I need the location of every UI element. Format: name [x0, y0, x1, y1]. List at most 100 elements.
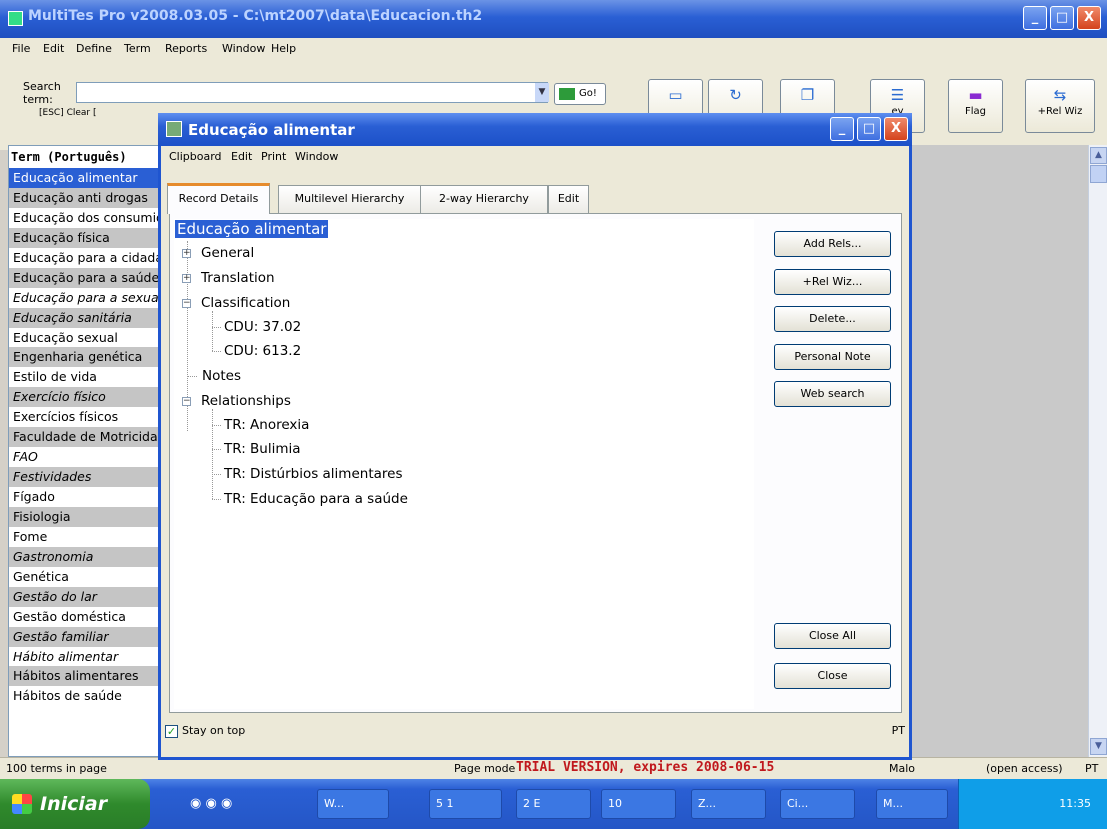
term-list-item[interactable]: Hábito alimentar [9, 647, 159, 667]
restore-button[interactable]: □ [1050, 6, 1074, 30]
tab-record-details[interactable]: Record Details [167, 183, 270, 214]
term-list-item[interactable]: Gastronomia [9, 546, 159, 567]
collapse-icon[interactable]: − [182, 298, 191, 308]
tree-node-classification[interactable]: Classification [201, 295, 290, 311]
dialog-close-button[interactable]: X [884, 117, 908, 141]
go-label: Go! [579, 88, 597, 99]
term-list-item[interactable]: Educação dos consumidores [9, 208, 159, 228]
term-list-item[interactable]: Gestão familiar [9, 626, 159, 647]
go-arrow-icon [559, 88, 575, 100]
term-list-item[interactable]: Educação sanitária [9, 307, 159, 328]
term-list-item[interactable]: FAO [9, 447, 159, 467]
rel-wiz-button[interactable]: ⇆ +Rel Wiz [1025, 79, 1095, 133]
add-rels-button[interactable]: Add Rels... [774, 231, 891, 257]
tree-node-notes[interactable]: Notes [202, 368, 241, 384]
tree-node-rel-educacao-saude[interactable]: TR: Educação para a saúde [224, 491, 408, 507]
term-list-item[interactable]: Fisiologia [9, 506, 159, 527]
delete-button[interactable]: Delete... [774, 306, 891, 332]
term-list-item[interactable]: Gestão doméstica [9, 607, 159, 627]
dialog-menu-window[interactable]: Window [295, 150, 338, 163]
scroll-down-icon[interactable]: ▼ [1090, 738, 1107, 755]
term-list-item[interactable]: Festividades [9, 467, 159, 487]
dialog-minimize-button[interactable]: _ [830, 117, 854, 141]
tree-node-general[interactable]: General [201, 245, 254, 261]
personal-note-button[interactable]: Personal Note [774, 344, 891, 370]
taskbar-item-5[interactable]: Z... [691, 789, 766, 819]
menu-window[interactable]: Window [222, 42, 265, 55]
term-list-item[interactable]: Educação anti drogas [9, 187, 159, 208]
term-list-item[interactable]: Engenharia genética [9, 347, 159, 368]
menu-help[interactable]: Help [271, 42, 296, 55]
dialog-maximize-button[interactable]: □ [857, 117, 881, 141]
tree-node-translation[interactable]: Translation [201, 270, 275, 286]
term-list-item[interactable]: Educação física [9, 227, 159, 248]
menu-edit[interactable]: Edit [43, 42, 64, 55]
taskbar-item-6[interactable]: Ci... [780, 789, 855, 819]
main-title-bar[interactable]: MultiTes Pro v2008.03.05 - C:\mt2007\dat… [0, 0, 1107, 38]
menu-file[interactable]: File [12, 42, 30, 55]
expand-icon[interactable]: + [182, 248, 191, 258]
dialog-menu-clipboard[interactable]: Clipboard [169, 150, 222, 163]
tree-node-relationships[interactable]: Relationships [201, 393, 291, 409]
rel-wiz-dialog-button[interactable]: +Rel Wiz... [774, 269, 891, 295]
vertical-scrollbar[interactable]: ▲ ▼ [1088, 145, 1107, 757]
close-all-button[interactable]: Close All [774, 623, 891, 649]
menu-define[interactable]: Define [76, 42, 112, 55]
go-button[interactable]: Go! [554, 83, 606, 105]
tree-node-cdu-1[interactable]: CDU: 37.02 [224, 319, 301, 335]
tab-edit[interactable]: Edit [548, 185, 589, 213]
term-list-item[interactable]: Exercícios físicos [9, 407, 159, 427]
tree-node-rel-bulimia[interactable]: TR: Bulimia [224, 441, 301, 457]
term-list-item[interactable]: Exercício físico [9, 387, 159, 408]
tree-root[interactable]: Educação alimentar [175, 220, 329, 238]
collapse-icon[interactable]: − [182, 396, 191, 406]
dialog-title-bar[interactable]: Educação alimentar _ □ X [158, 113, 912, 146]
flag-button[interactable]: ▬ Flag [948, 79, 1003, 133]
term-list-header[interactable]: Term (Português) [11, 150, 159, 167]
history-icon: ☰ [890, 86, 905, 104]
term-list-item[interactable]: Fígado [9, 487, 159, 507]
tab-2way-hierarchy[interactable]: 2-way Hierarchy [420, 185, 548, 213]
quicklaunch-icons[interactable]: ◉ ◉ ◉ [190, 796, 232, 811]
stay-on-top-checkbox[interactable]: ✓ Stay on top [165, 724, 245, 738]
tab-multilevel-hierarchy[interactable]: Multilevel Hierarchy [278, 185, 421, 213]
dialog-menu-edit[interactable]: Edit [231, 150, 252, 163]
chevron-down-icon[interactable]: ▼ [535, 83, 549, 102]
taskbar-item-7[interactable]: M... [876, 789, 948, 819]
tree-node-cdu-2[interactable]: CDU: 613.2 [224, 343, 301, 359]
stay-on-top-label: Stay on top [182, 724, 246, 737]
menu-reports[interactable]: Reports [165, 42, 207, 55]
term-list-item[interactable]: Hábitos alimentares [9, 666, 159, 687]
search-input[interactable] [76, 82, 548, 103]
taskbar-item-1[interactable]: W... [317, 789, 389, 819]
scroll-up-icon[interactable]: ▲ [1090, 147, 1107, 164]
tree-node-rel-disturbios[interactable]: TR: Distúrbios alimentares [224, 466, 402, 482]
taskbar-item-2[interactable]: 5 1 [429, 789, 502, 819]
scroll-thumb[interactable] [1090, 165, 1107, 183]
menu-term[interactable]: Term [124, 42, 151, 55]
minimize-button[interactable]: _ [1023, 6, 1047, 30]
close-dialog-button[interactable]: Close [774, 663, 891, 689]
term-list-item[interactable]: Educação para a cidadania [9, 248, 159, 268]
term-list-item[interactable]: Educação para a sexualidade [9, 288, 159, 308]
menu-bar: File Edit Define Term Reports Window Hel… [0, 38, 1107, 60]
dialog-menu-print[interactable]: Print [261, 150, 286, 163]
term-list-item[interactable]: Educação para a saúde [9, 267, 159, 288]
term-list-pane: Term (Português) Educação alimentar Educa… [8, 145, 160, 757]
term-list-item[interactable]: Fome [9, 527, 159, 547]
term-list-item[interactable]: Genética [9, 567, 159, 587]
expand-icon[interactable]: + [182, 273, 191, 283]
term-list-item[interactable]: Educação sexual [9, 328, 159, 348]
close-button[interactable]: X [1077, 6, 1101, 30]
term-list-item[interactable]: Hábitos de saúde [9, 686, 159, 706]
main-window-title: MultiTes Pro v2008.03.05 - C:\mt2007\dat… [28, 8, 483, 24]
term-list-item[interactable]: Faculdade de Motricidade [9, 427, 159, 448]
web-search-button[interactable]: Web search [774, 381, 891, 407]
term-list-item[interactable]: Educação alimentar [9, 168, 159, 188]
tree-node-rel-anorexia[interactable]: TR: Anorexia [224, 417, 309, 433]
taskbar-item-3[interactable]: 2 E [516, 789, 591, 819]
taskbar-item-4[interactable]: 10 [601, 789, 676, 819]
start-button[interactable]: Iniciar [0, 779, 150, 829]
term-list-item[interactable]: Gestão do lar [9, 586, 159, 607]
term-list-item[interactable]: Estilo de vida [9, 367, 159, 387]
